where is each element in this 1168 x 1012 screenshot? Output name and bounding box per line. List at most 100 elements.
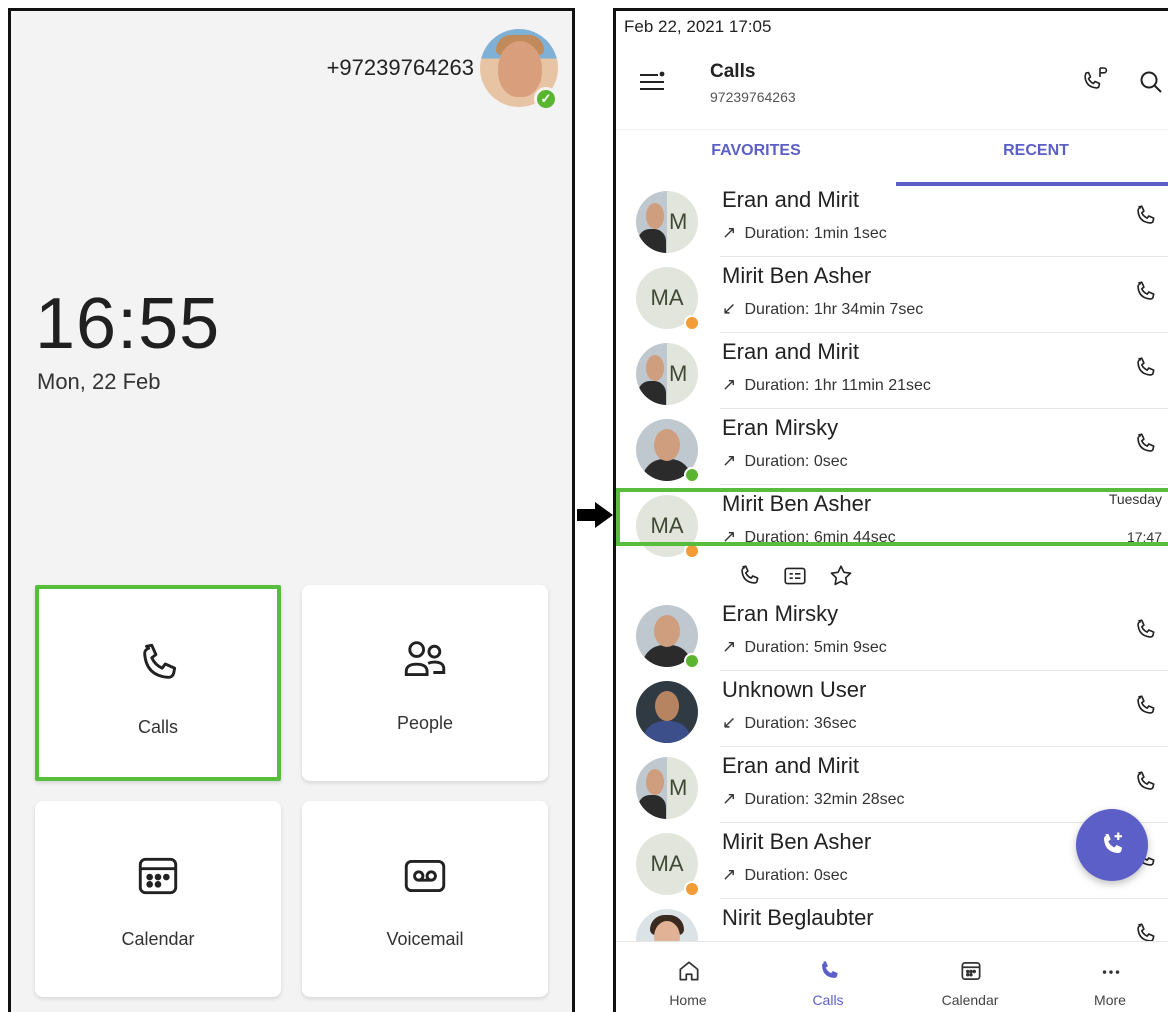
call-icon[interactable]: [1132, 769, 1158, 795]
presence-away-icon: [684, 315, 700, 331]
tab-recent-label: RECENT: [1003, 142, 1069, 159]
call-icon[interactable]: [1132, 203, 1158, 229]
search-icon[interactable]: [1138, 69, 1164, 95]
nav-home-label: Home: [669, 992, 707, 1008]
call-icon[interactable]: [1132, 279, 1158, 305]
call-row[interactable]: Eran Mirsky ↗ Duration: 5min 9sec: [616, 595, 1168, 671]
calendar-tile[interactable]: Calendar: [35, 801, 281, 997]
call-row[interactable]: M Eran and Mirit ↗ Duration: 1hr 11min 2…: [616, 333, 1168, 409]
call-duration: ↗ Duration: 0sec: [722, 865, 848, 884]
menu-icon[interactable]: [638, 69, 666, 95]
caller-name: Eran and Mirit: [722, 753, 859, 778]
call-row[interactable]: Eran Mirsky ↗ Duration: 0sec: [616, 409, 1168, 485]
call-day: Tuesday: [1108, 491, 1162, 507]
incoming-arrow-icon: ↙: [722, 713, 737, 732]
presence-available-icon: ✓: [534, 87, 558, 111]
group-avatar: M: [636, 191, 698, 253]
call-duration: ↙ Duration: 36sec: [722, 713, 857, 732]
nav-more[interactable]: More: [1040, 942, 1168, 1012]
call-icon[interactable]: [1132, 693, 1158, 719]
caller-name: Nirit Beglaubter: [722, 905, 874, 930]
incoming-arrow-icon: ↙: [722, 299, 737, 318]
own-phone-number: +97239764263: [326, 55, 474, 80]
voicemail-icon: [404, 859, 446, 893]
voicemail-tile-label: Voicemail: [386, 929, 464, 949]
call-icon[interactable]: [736, 563, 762, 589]
nav-calls[interactable]: Calls: [758, 942, 898, 1012]
calls-tile-label: Calls: [137, 717, 178, 737]
people-tile-label: People: [396, 713, 454, 733]
presence-available-icon: [684, 467, 700, 483]
calendar-tile-label: Calendar: [121, 929, 195, 949]
status-bar-datetime: Feb 22, 2021 17:05: [624, 17, 772, 36]
call-duration: ↙ Duration: 1hr 34min 7sec: [722, 299, 924, 318]
add-call-icon: [1103, 832, 1122, 854]
caller-name: Eran Mirsky: [722, 415, 839, 440]
clock-date: Mon, 22 Feb: [37, 369, 161, 394]
photo-avatar: [636, 681, 698, 743]
calls-tile[interactable]: Calls: [35, 585, 281, 781]
phone-icon: [143, 643, 177, 679]
caller-name: Mirit Ben Asher: [722, 491, 872, 516]
home-screen: +97239764263 ✓ 16:55 Mon, 22 Feb Calls P…: [8, 8, 575, 1012]
presence-available-icon: [684, 653, 700, 669]
nav-more-label: More: [1094, 992, 1126, 1008]
voicemail-tile[interactable]: Voicemail: [302, 801, 548, 997]
call-duration: ↗ Duration: 5min 9sec: [722, 637, 887, 656]
presence-away-icon: [684, 881, 700, 897]
call-row[interactable]: M Eran and Mirit ↗ Duration: 32min 28sec: [616, 747, 1168, 823]
call-duration: ↗ Duration: 0sec: [722, 451, 848, 470]
call-duration: ↗ Duration: 6min 44sec: [722, 527, 896, 546]
call-icon[interactable]: [1132, 617, 1158, 643]
page-subtitle: 97239764263: [710, 89, 796, 105]
outgoing-arrow-icon: ↗: [722, 223, 737, 242]
outgoing-arrow-icon: ↗: [722, 865, 737, 884]
calendar-icon: [138, 857, 178, 895]
call-row[interactable]: MA Mirit Ben Asher ↙ Duration: 1hr 34min…: [616, 257, 1168, 333]
star-icon[interactable]: [828, 563, 854, 589]
call-row-selected[interactable]: MA Mirit Ben Asher ↗ Duration: 6min 44se…: [616, 485, 1168, 561]
calls-screen: Feb 22, 2021 17:05 Calls 97239764263 FAV…: [613, 8, 1168, 1012]
people-tile[interactable]: People: [302, 585, 548, 781]
bottom-navigation: Home Calls Calendar More: [616, 941, 1168, 1012]
nav-home[interactable]: Home: [618, 942, 758, 1012]
outgoing-arrow-icon: ↗: [722, 637, 737, 656]
caller-name: Mirit Ben Asher: [722, 829, 872, 854]
call-duration: ↗ Duration: 32min 28sec: [722, 789, 905, 808]
call-duration: ↗ Duration: 1hr 11min 21sec: [722, 375, 931, 394]
home-icon: [679, 961, 699, 981]
outgoing-arrow-icon: ↗: [722, 789, 737, 808]
new-call-button[interactable]: [1076, 809, 1148, 881]
nav-calendar[interactable]: Calendar: [900, 942, 1040, 1012]
nav-calendar-label: Calendar: [941, 992, 999, 1008]
call-park-icon[interactable]: [1080, 65, 1112, 97]
clock-time: 16:55: [35, 284, 221, 364]
caller-name: Unknown User: [722, 677, 867, 702]
caller-name: Mirit Ben Asher: [722, 263, 872, 288]
app-header: Calls 97239764263: [616, 51, 1168, 121]
phone-icon: [822, 961, 838, 978]
call-duration: ↗ Duration: 1min 1sec: [722, 223, 887, 242]
caller-name: Eran Mirsky: [722, 601, 839, 626]
call-icon[interactable]: [1132, 355, 1158, 381]
page-title: Calls: [710, 61, 756, 82]
call-icon[interactable]: [1132, 431, 1158, 457]
outgoing-arrow-icon: ↗: [722, 527, 737, 546]
arrow-right-icon: [577, 502, 613, 528]
nav-calls-label: Calls: [812, 992, 844, 1008]
call-row[interactable]: M Eran and Mirit ↗ Duration: 1min 1sec: [616, 181, 1168, 257]
caller-name: Eran and Mirit: [722, 339, 859, 364]
group-avatar: M: [636, 343, 698, 405]
presence-away-icon: [684, 543, 700, 559]
group-avatar: M: [636, 757, 698, 819]
people-icon: [404, 641, 446, 677]
tab-favorites[interactable]: FAVORITES: [616, 130, 896, 186]
contact-card-icon[interactable]: [782, 563, 808, 589]
more-icon: [1102, 970, 1120, 974]
calendar-icon: [961, 962, 981, 980]
screenshot-composite: +97239764263 ✓ 16:55 Mon, 22 Feb Calls P…: [0, 0, 1168, 1012]
tab-recent[interactable]: RECENT: [896, 130, 1168, 186]
caller-name: Eran and Mirit: [722, 187, 859, 212]
call-time: 17:47: [1126, 529, 1162, 545]
call-row[interactable]: Unknown User ↙ Duration: 36sec: [616, 671, 1168, 747]
